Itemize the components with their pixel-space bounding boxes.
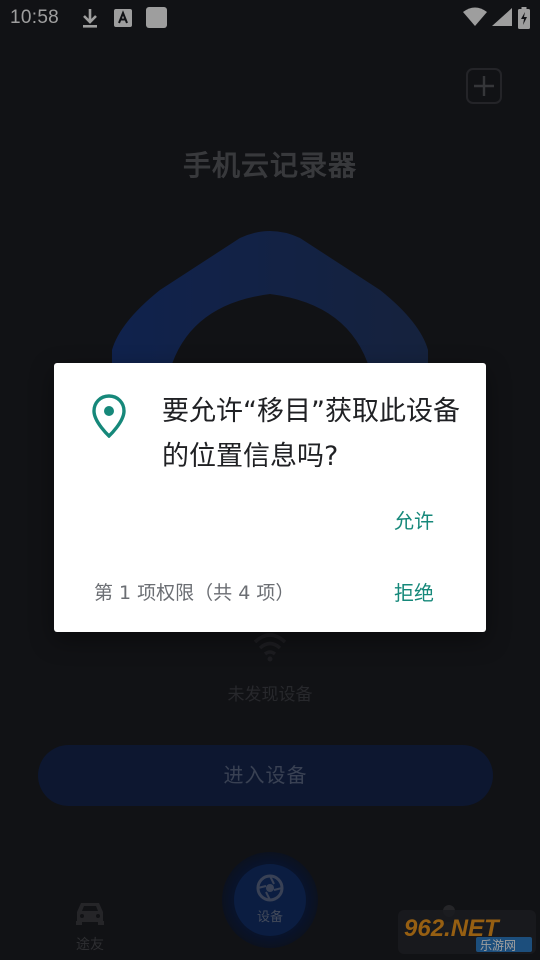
dialog-title: 要允许“移目”获取此设备的位置信息吗? (162, 396, 460, 472)
location-pin-icon (92, 394, 126, 442)
allow-button[interactable]: 允许 (394, 505, 434, 534)
permission-progress-text: 第 1 项权限（共 4 项） (94, 582, 295, 604)
deny-button[interactable]: 拒绝 (394, 577, 434, 606)
permission-dialog: 要允许“移目”获取此设备的位置信息吗? 允许 第 1 项权限（共 4 项） 拒绝 (54, 363, 486, 632)
screen: 10:58 手机云记录器 未发现设备 进入设备 途友 设备 962.NET 乐游… (0, 0, 540, 960)
